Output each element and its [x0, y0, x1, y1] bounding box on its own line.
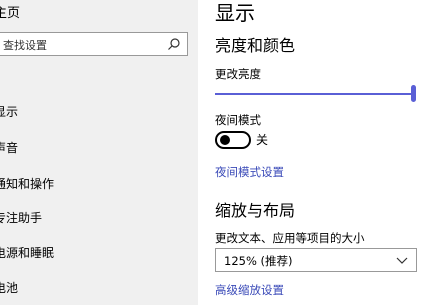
scale-select[interactable]: 125% (推荐) [215, 248, 417, 272]
sidebar-item-notifications[interactable]: 通知和操作 [0, 175, 54, 192]
sidebar-item-battery[interactable]: 电池 [0, 279, 18, 296]
search-icon[interactable] [167, 37, 181, 51]
brightness-slider-thumb[interactable] [411, 85, 416, 102]
scale-section-title: 缩放与布局 [215, 201, 296, 220]
toggle-knob [220, 135, 230, 145]
chevron-down-icon [396, 257, 408, 264]
scale-label: 更改文本、应用等项目的大小 [215, 231, 365, 245]
scale-select-value: 125% (推荐) [224, 254, 293, 268]
main-panel: 显示 亮度和颜色 更改亮度 夜间模式 关 夜间模式设置 缩放与布局 更改文本、应… [198, 0, 430, 305]
brightness-section-title: 亮度和颜色 [215, 36, 296, 55]
sidebar: 主页 查找设置 显示 声音 通知和操作 专注助手 电源和睡眠 电池 [0, 0, 198, 305]
sidebar-item-display[interactable]: 显示 [0, 103, 18, 120]
night-light-settings-link[interactable]: 夜间模式设置 [215, 164, 284, 180]
night-light-toggle[interactable] [215, 131, 251, 149]
night-light-label: 夜间模式 [215, 113, 261, 127]
search-box[interactable]: 查找设置 [0, 32, 188, 56]
sidebar-item-power-sleep[interactable]: 电源和睡眠 [0, 244, 54, 261]
brightness-label: 更改亮度 [215, 67, 261, 81]
search-input[interactable]: 查找设置 [3, 37, 47, 53]
brightness-slider-track[interactable] [215, 93, 411, 95]
sidebar-item-sound[interactable]: 声音 [0, 139, 18, 156]
night-light-state: 关 [256, 133, 269, 147]
advanced-scaling-link[interactable]: 高级缩放设置 [215, 282, 284, 298]
sidebar-item-focus-assist[interactable]: 专注助手 [0, 209, 42, 226]
sidebar-item-home[interactable]: 主页 [0, 2, 20, 21]
page-title: 显示 [215, 1, 255, 25]
